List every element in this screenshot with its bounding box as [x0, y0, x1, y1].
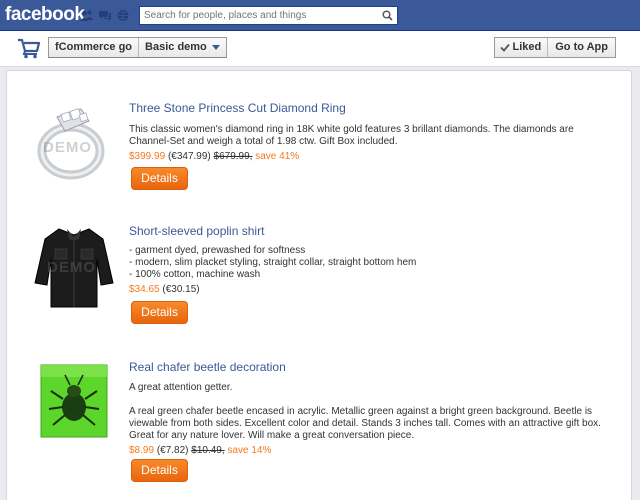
notifications-icon[interactable]	[116, 9, 130, 22]
price-eur: (€30.15)	[162, 284, 200, 295]
product-list-panel: DEMO Three Stone Princess Cut Diamond Ri…	[6, 70, 632, 500]
liked-label: Liked	[512, 41, 542, 53]
price-eur: (€347.99)	[167, 151, 211, 162]
shopping-cart-icon[interactable]	[17, 37, 41, 62]
demo-watermark: DEMO	[43, 139, 92, 156]
app-switcher: fCommerce go Basic demo	[48, 37, 227, 58]
app-name-button[interactable]: fCommerce go	[49, 38, 140, 57]
details-button[interactable]: Details	[131, 459, 188, 482]
feature-line: - 100% cotton, machine wash	[129, 269, 261, 280]
demo-select-dropdown[interactable]: Basic demo	[139, 38, 226, 57]
friend-requests-icon[interactable]	[80, 9, 94, 22]
price-old: $10.49,	[191, 445, 225, 456]
go-to-app-button[interactable]: Go to App	[548, 38, 615, 57]
price-old: $679.99,	[213, 151, 253, 162]
product-price: $34.65 (€30.15)	[129, 284, 615, 295]
app-actions: Liked Go to App	[493, 37, 616, 58]
product-price: $399.99 (€347.99) $679.99, save 41%	[129, 151, 615, 162]
product-description: This classic women's diamond ring in 18K…	[129, 124, 574, 147]
product-title-link[interactable]: Real chafer beetle decoration	[129, 360, 615, 374]
details-button[interactable]: Details	[131, 301, 188, 324]
messages-icon[interactable]	[98, 9, 112, 22]
price-current: $34.65	[129, 284, 160, 295]
chevron-down-icon	[211, 45, 220, 50]
facebook-topbar: facebook	[0, 0, 640, 31]
demo-watermark: DEMO	[47, 259, 96, 276]
feature-line: - modern, slim placket styling, straight…	[129, 257, 417, 268]
product-info: Real chafer beetle decoration A great at…	[129, 360, 615, 456]
beetle-acrylic-image[interactable]	[39, 361, 109, 441]
product-description: A real green chafer beetle encased in ac…	[129, 406, 601, 441]
price-current: $399.99	[129, 151, 166, 162]
black-shirt-image[interactable]: DEMO	[31, 223, 117, 309]
facebook-search-box	[139, 6, 398, 25]
price-current: $8.99	[129, 445, 155, 456]
feature-line: - garment dyed, prewashed for softness	[129, 245, 306, 256]
product-tagline: A great attention getter.	[129, 382, 233, 393]
search-icon	[382, 10, 393, 21]
diamond-ring-image[interactable]: DEMO	[31, 99, 117, 185]
price-save: save 41%	[255, 151, 300, 162]
product-price: $8.99 (€7.82) $10.49, save 14%	[129, 445, 615, 456]
checkmark-icon	[499, 43, 510, 52]
product-info: Three Stone Princess Cut Diamond Ring Th…	[129, 101, 615, 162]
demo-select-label: Basic demo	[145, 41, 207, 53]
app-header: fCommerce go Basic demo Liked Go to App	[0, 31, 640, 67]
product-description: - garment dyed, prewashed for softness -…	[129, 245, 615, 281]
product-info: Short-sleeved poplin shirt - garment dye…	[129, 224, 615, 295]
search-button[interactable]	[378, 7, 397, 24]
liked-button[interactable]: Liked	[495, 38, 549, 57]
details-button[interactable]: Details	[131, 167, 188, 190]
price-save: save 14%	[227, 445, 272, 456]
product-title-link[interactable]: Short-sleeved poplin shirt	[129, 224, 615, 238]
price-eur: (€7.82)	[156, 445, 189, 456]
product-title-link[interactable]: Three Stone Princess Cut Diamond Ring	[129, 101, 615, 115]
jewel-icons	[80, 9, 130, 22]
facebook-logo[interactable]: facebook	[5, 4, 85, 26]
search-input[interactable]	[140, 7, 378, 24]
